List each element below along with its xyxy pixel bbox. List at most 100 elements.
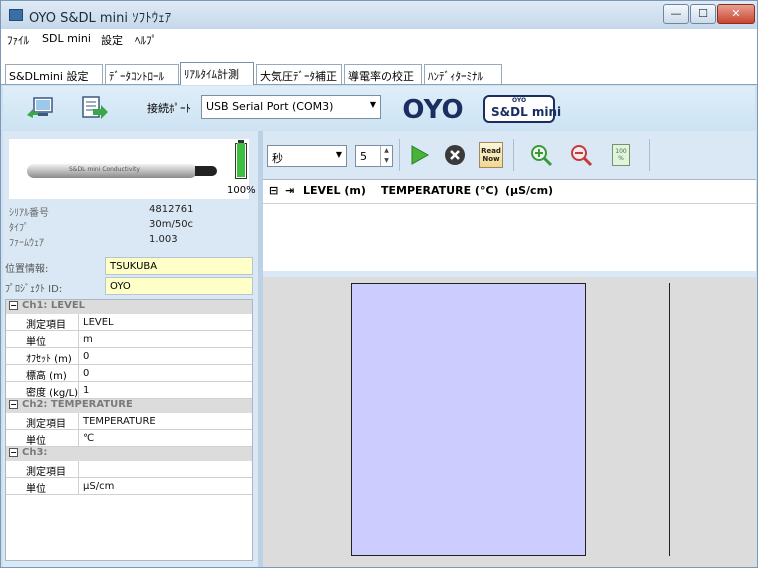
tab-realtime-measurement[interactable]: ﾘｱﾙﾀｲﾑ計測: [180, 62, 254, 85]
battery-icon: [235, 143, 247, 179]
serial-value: 4812761: [149, 204, 194, 215]
zoom-in-icon[interactable]: [529, 143, 553, 167]
maximize-button[interactable]: ☐: [690, 4, 716, 24]
tab-data-control[interactable]: ﾃﾞｰﾀｺﾝﾄﾛｰﾙ: [105, 64, 179, 84]
type-label: ﾀｲﾌﾟ: [9, 223, 29, 234]
property-value: μS/cm: [78, 478, 114, 494]
property-value: 0: [78, 365, 89, 381]
tab-conductivity-calibration[interactable]: 導電率の校正: [344, 64, 422, 84]
zoom-100-icon[interactable]: 100 %: [612, 144, 630, 166]
project-row: ﾌﾟﾛｼﾞｪｸﾄ ID: OYO: [5, 277, 255, 297]
grid-toggle-icon[interactable]: ⊟: [269, 184, 278, 197]
app-window: OYO S&DL mini ｿﾌﾄｳｪｱ — ☐ ✕ ﾌｧｲﾙ SDL mini…: [0, 0, 758, 568]
table-row[interactable]: 標高 (m) 0: [6, 365, 252, 382]
table-row[interactable]: 測定項目 LEVEL: [6, 314, 252, 331]
property-key: 密度 (kg/L): [26, 388, 79, 399]
close-icon: ✕: [731, 7, 741, 20]
sdl-logo-text: S&DL mini: [491, 105, 562, 119]
property-value: m: [78, 331, 93, 347]
minimize-button[interactable]: —: [663, 4, 689, 24]
table-row[interactable]: 単位 μS/cm: [6, 478, 252, 495]
menu-file[interactable]: ﾌｧｲﾙ: [7, 32, 29, 48]
read-now-button[interactable]: Read Now: [479, 142, 503, 168]
menu-help[interactable]: ﾍﾙﾌﾟ: [135, 32, 157, 48]
menu-bar: ﾌｧｲﾙ SDL mini 設定 ﾍﾙﾌﾟ: [1, 29, 757, 49]
measurement-table: ⊟ ⇥ LEVEL (m) TEMPERATURE (°C) (μS/cm): [263, 179, 756, 271]
connect-icon[interactable]: [25, 95, 55, 121]
project-field[interactable]: OYO: [105, 277, 253, 295]
type-row: ﾀｲﾌﾟ 30m/50c: [9, 219, 249, 234]
serial-row: ｼﾘｱﾙ番号 4812761: [9, 204, 249, 219]
column-conductivity[interactable]: (μS/cm): [505, 184, 553, 197]
interval-stepper[interactable]: 5 ▲ ▼: [355, 145, 393, 167]
serial-label: ｼﾘｱﾙ番号: [9, 208, 49, 219]
collapse-icon[interactable]: −: [9, 447, 18, 457]
firmware-value: 1.003: [149, 234, 178, 245]
zoom-out-icon[interactable]: [569, 143, 593, 167]
location-row: 位置情報: TSUKUBA: [5, 257, 255, 277]
tab-sdlmini-settings[interactable]: S&DLmini 設定: [5, 64, 103, 84]
tab-barometric-correction[interactable]: 大気圧ﾃﾞｰﾀ補正: [256, 64, 342, 84]
ch3-header[interactable]: − Ch3:: [6, 447, 252, 461]
tab-handy-terminal[interactable]: ﾊﾝﾃﾞｨﾀｰﾐﾅﾙ: [424, 64, 502, 84]
toolbar-divider: [649, 139, 650, 171]
table-row[interactable]: ｵﾌｾｯﾄ (m) 0: [6, 348, 252, 365]
property-value: 0: [78, 348, 89, 364]
property-key: 単位: [26, 337, 46, 348]
play-icon[interactable]: [407, 143, 431, 167]
column-temperature[interactable]: TEMPERATURE (°C): [381, 184, 499, 197]
battery-fill: [237, 143, 245, 177]
firmware-label: ﾌｧｰﾑｳｪｱ: [9, 238, 44, 249]
ch1-header[interactable]: − Ch1: LEVEL: [6, 300, 252, 314]
collapse-icon[interactable]: −: [9, 300, 18, 310]
table-row[interactable]: 単位 m: [6, 331, 252, 348]
menu-sdl-mini[interactable]: SDL mini: [42, 32, 91, 45]
property-key: ｵﾌｾｯﾄ (m): [26, 354, 72, 365]
column-chooser-icon[interactable]: ⇥: [285, 184, 294, 197]
location-label: 位置情報:: [5, 264, 49, 275]
table-row[interactable]: 単位 ℃: [6, 430, 252, 447]
stop-icon[interactable]: [443, 143, 467, 167]
ch2-header-label: Ch2: TEMPERATURE: [22, 399, 133, 410]
maximize-icon: ☐: [698, 7, 708, 20]
interval-value: 5: [360, 150, 367, 163]
chevron-down-icon: ▼: [335, 150, 342, 159]
stepper-arrows-icon[interactable]: ▲ ▼: [380, 146, 392, 166]
type-value: 30m/50c: [149, 219, 194, 230]
chevron-down-icon: ▼: [369, 100, 376, 109]
toolbar-divider: [513, 139, 514, 171]
export-icon[interactable]: [79, 95, 109, 121]
property-value: LEVEL: [78, 314, 114, 330]
measurement-panel: 秒 ▼ 5 ▲ ▼ Read Now 100 % ⊟ ⇥ LEVEL (m) T…: [263, 131, 756, 567]
port-label: 接続ﾎﾟｰﾄ: [147, 102, 191, 115]
measurement-table-header: ⊟ ⇥ LEVEL (m) TEMPERATURE (°C) (μS/cm): [263, 180, 756, 204]
ch2-header[interactable]: − Ch2: TEMPERATURE: [6, 399, 252, 413]
table-row[interactable]: 測定項目: [6, 461, 252, 478]
close-button[interactable]: ✕: [717, 4, 755, 24]
project-label: ﾌﾟﾛｼﾞｪｸﾄ ID:: [5, 284, 63, 295]
device-panel: S&DL mini Conductivity 100% ｼﾘｱﾙ番号 48127…: [3, 131, 258, 567]
menu-settings[interactable]: 設定: [101, 32, 123, 48]
oyo-logo: OYO: [402, 95, 463, 121]
minimize-icon: —: [670, 7, 682, 20]
property-value: TEMPERATURE: [78, 413, 156, 429]
realtime-chart: [263, 277, 756, 567]
property-key: 標高 (m): [26, 371, 67, 382]
property-key: 測定項目: [26, 467, 66, 478]
battery-percent: 100%: [227, 185, 256, 196]
location-field[interactable]: TSUKUBA: [105, 257, 253, 275]
interval-unit-select[interactable]: 秒 ▼: [267, 145, 347, 167]
table-row[interactable]: 密度 (kg/L) 1: [6, 382, 252, 399]
level-gauge-bar: [351, 283, 586, 556]
measurement-toolbar: 秒 ▼ 5 ▲ ▼ Read Now 100 %: [263, 131, 756, 177]
collapse-icon[interactable]: −: [9, 399, 18, 409]
toolbar-divider: [399, 139, 400, 171]
port-select[interactable]: USB Serial Port (COM3) ▼: [201, 95, 381, 119]
table-row[interactable]: 測定項目 TEMPERATURE: [6, 413, 252, 430]
column-level[interactable]: LEVEL (m): [303, 184, 366, 197]
ch3-header-label: Ch3:: [22, 447, 48, 458]
property-key: 単位: [26, 484, 46, 495]
probe-label: S&DL mini Conductivity: [69, 166, 140, 173]
window-title: OYO S&DL mini ｿﾌﾄｳｪｱ: [29, 11, 172, 26]
device-image-box: S&DL mini Conductivity 100%: [9, 139, 256, 199]
